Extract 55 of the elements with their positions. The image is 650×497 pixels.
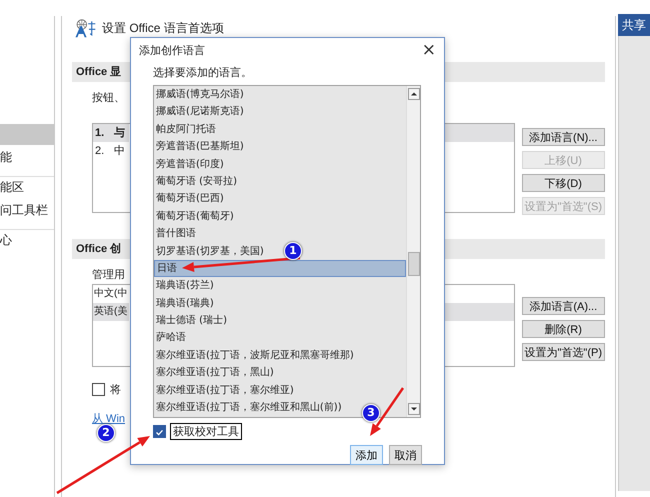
language-row[interactable]: 2. 中 — [93, 142, 129, 160]
sidebar-item[interactable]: 能 — [0, 147, 54, 168]
language-item[interactable]: 旁遮普语(印度) — [154, 156, 226, 173]
checkbox-label: 将 — [110, 382, 121, 396]
language-item[interactable]: 瑞士德语 (瑞士) — [154, 312, 229, 330]
language-item[interactable]: 瑞典语(瑞典) — [154, 294, 216, 312]
dialog-button[interactable]: 添加 — [350, 445, 383, 465]
row-number: 2. — [95, 144, 104, 159]
language-item[interactable]: 切罗基语(切罗基，美国) — [154, 242, 266, 260]
language-item[interactable]: 挪威语(博克马尔语) — [154, 86, 246, 104]
language-item[interactable]: 挪威语(尼诺斯克语) — [154, 103, 246, 121]
close-button[interactable]: × — [422, 41, 436, 59]
language-item[interactable]: 塞尔维亚语(拉丁语，波斯尼亚和黑塞哥维那) — [154, 346, 356, 364]
checkbox-label: 获取校对工具 — [170, 422, 242, 440]
section-description: 管理用 — [92, 268, 125, 282]
language-item[interactable]: 塞尔维亚语(拉丁语，塞尔维亚) — [154, 382, 296, 400]
language-item[interactable]: 瑞典语(芬兰) — [154, 277, 216, 295]
sidebar-item[interactable]: 心 — [0, 230, 54, 251]
language-item[interactable]: 葡萄牙语(葡萄牙) — [154, 208, 236, 226]
language-item[interactable]: 日语 — [154, 260, 406, 278]
language-button[interactable]: 设置为"首选"(P) — [522, 343, 605, 361]
dialog-title: 添加创作语言 — [139, 42, 205, 58]
selection-highlight — [445, 303, 514, 321]
language-name: 中 — [114, 144, 126, 159]
language-button[interactable]: 添加语言(N)... — [522, 128, 605, 146]
dialog-prompt: 选择要添加的语言。 — [153, 66, 253, 80]
sidebar-item[interactable]: 问工具栏 — [0, 200, 54, 221]
windows-link[interactable]: 从 Win — [92, 411, 125, 426]
language-item[interactable]: 萨哈语 — [154, 329, 188, 347]
language-item[interactable]: 塞尔维亚语(拉丁语，塞尔维亚和黑山(前)) — [154, 399, 344, 416]
checkbox[interactable] — [92, 382, 105, 396]
language-row[interactable]: 1. 与 — [93, 124, 129, 142]
scrollbar[interactable] — [406, 86, 420, 417]
language-item[interactable]: 葡萄牙语(巴西) — [154, 190, 226, 208]
language-button[interactable]: 下移(D) — [522, 174, 605, 192]
language-item[interactable]: 帕皮阿门托语 — [154, 120, 218, 138]
settings-title: 设置 Office 语言首选项 — [102, 20, 224, 37]
scrollbar-thumb[interactable] — [408, 252, 420, 276]
selection-highlight — [445, 124, 514, 142]
scroll-up-icon[interactable] — [408, 88, 420, 100]
row-number: 1. — [95, 126, 104, 141]
language-item[interactable]: 葡萄牙语 (安哥拉) — [154, 172, 239, 190]
section-description: 按钮、 — [92, 91, 125, 105]
language-button[interactable]: 添加语言(A)... — [522, 297, 605, 315]
language-item[interactable]: 普什图语 — [154, 225, 198, 243]
language-item[interactable]: 旁遮普语(巴基斯坦) — [154, 138, 246, 156]
language-item[interactable]: 塞尔维亚语(拉丁语，黑山) — [154, 364, 276, 382]
language-name: 与 — [114, 126, 126, 141]
scroll-down-icon[interactable] — [408, 403, 420, 415]
step-badge: 2 — [97, 424, 115, 442]
language-button[interactable]: 删除(R) — [522, 320, 605, 338]
share-button[interactable]: 共享 — [618, 14, 650, 36]
sidebar-item[interactable]: 能区 — [0, 177, 54, 198]
dialog-button[interactable]: 取消 — [389, 445, 422, 465]
checkbox[interactable] — [153, 424, 166, 438]
